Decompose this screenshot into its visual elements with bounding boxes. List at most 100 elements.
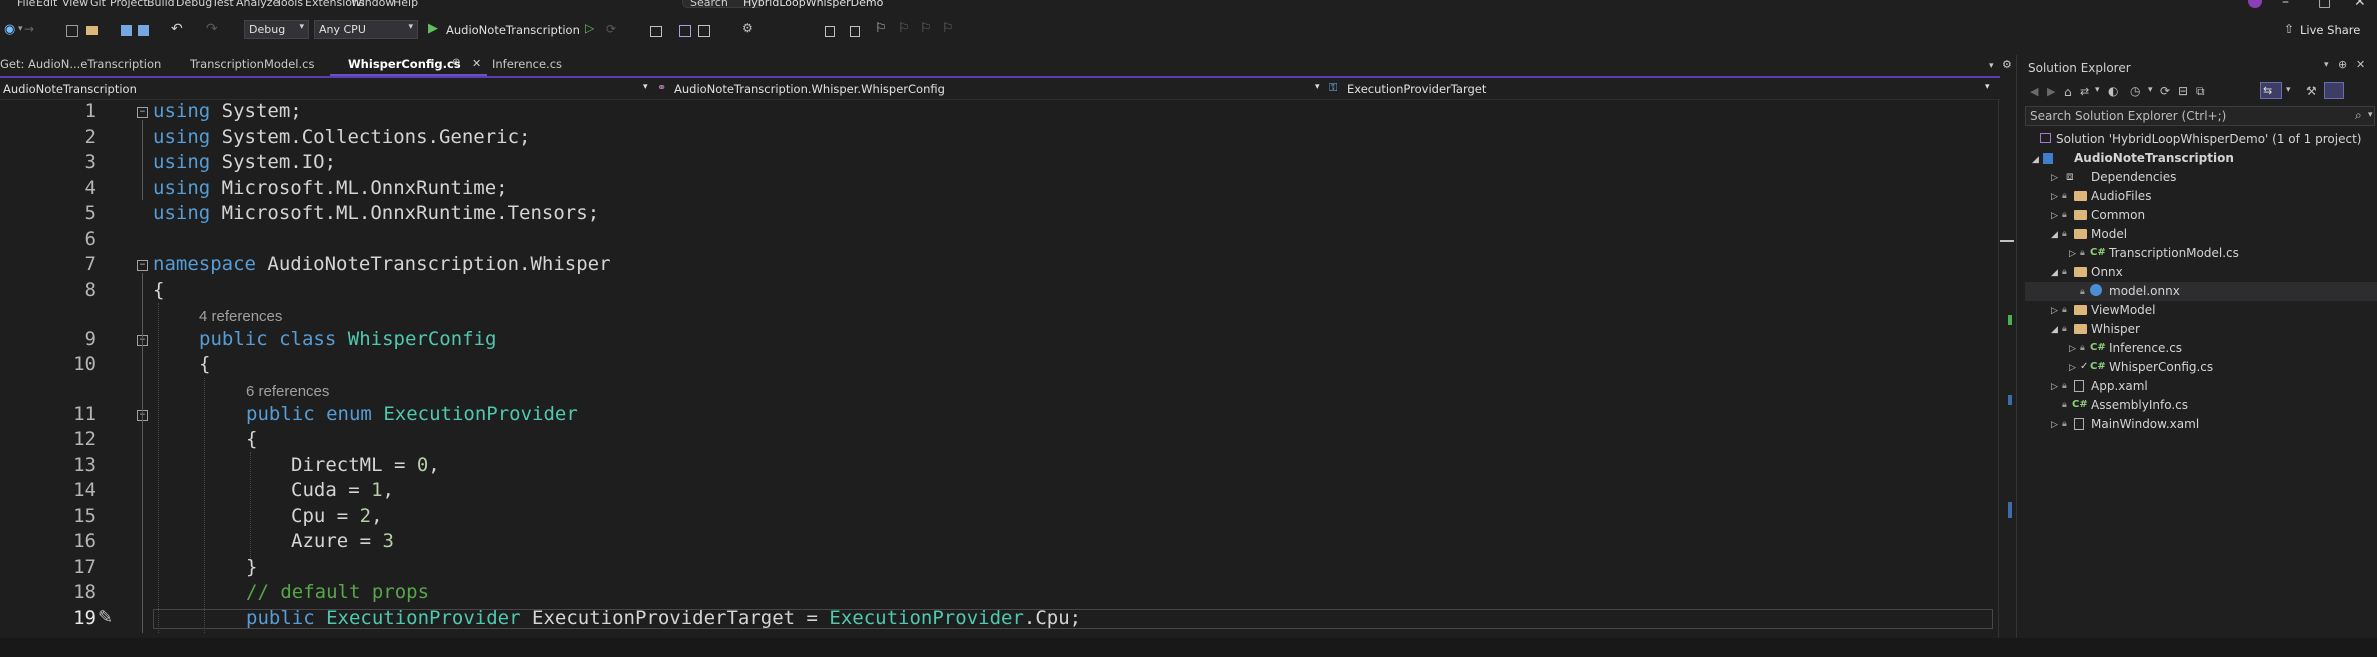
- bookmark-icon[interactable]: ⚐: [875, 21, 887, 36]
- diagnostics-icon[interactable]: [679, 25, 691, 37]
- tree-project[interactable]: AudioNoteTranscription: [2074, 151, 2234, 165]
- open-folder-icon[interactable]: [86, 26, 98, 35]
- collapsed-arrow-icon[interactable]: ▷: [2051, 382, 2058, 392]
- tree-assemblyinfo[interactable]: AssemblyInfo.cs: [2091, 398, 2188, 412]
- menu-edit[interactable]: Edit: [36, 0, 57, 9]
- next-bookmark-icon[interactable]: ⚐: [920, 21, 932, 36]
- search-icon[interactable]: ⌕: [2355, 108, 2362, 123]
- tree-inference[interactable]: Inference.cs: [2109, 341, 2182, 355]
- type-scope[interactable]: AudioNoteTranscription.Whisper.WhisperCo…: [674, 82, 945, 96]
- close-window-icon[interactable]: ✕: [2354, 0, 2366, 10]
- tab-inference[interactable]: Inference.cs: [492, 57, 562, 74]
- code-lens-references[interactable]: 6 references: [246, 383, 329, 400]
- menu-project[interactable]: Project: [110, 0, 148, 9]
- chevron-down-icon[interactable]: ▾: [2286, 85, 2291, 95]
- sync-icon[interactable]: ◷: [2130, 84, 2140, 98]
- collapsed-arrow-icon[interactable]: ▷: [2051, 420, 2058, 430]
- nav-dropdown-icon[interactable]: ▾: [18, 24, 23, 34]
- attach-icon[interactable]: ⚙: [742, 21, 753, 35]
- chevron-down-icon[interactable]: ▾: [2148, 85, 2153, 95]
- collapse-icon[interactable]: −: [137, 107, 148, 118]
- quick-actions-screwdriver-icon[interactable]: ✎: [98, 607, 113, 628]
- maximize-icon[interactable]: □: [2318, 0, 2331, 10]
- tree-onnx[interactable]: Onnx: [2091, 265, 2123, 279]
- tree-model-onnx[interactable]: model.onnx: [2109, 284, 2180, 298]
- back-nav-icon[interactable]: ◉: [4, 22, 15, 37]
- outdent-icon[interactable]: [825, 26, 835, 37]
- back-icon[interactable]: ◀: [2030, 85, 2038, 98]
- menu-view[interactable]: View: [62, 0, 88, 9]
- code-lens-references[interactable]: 4 references: [199, 308, 282, 325]
- menu-debug[interactable]: Debug: [176, 0, 212, 9]
- tree-whisper[interactable]: Whisper: [2091, 322, 2140, 336]
- menu-file[interactable]: File: [17, 0, 35, 9]
- tree-common[interactable]: Common: [2091, 208, 2145, 222]
- tree-whisperconfig[interactable]: WhisperConfig.cs: [2109, 360, 2213, 374]
- switch-views-icon[interactable]: ⇄: [2080, 85, 2089, 98]
- chevron-down-icon[interactable]: ▾: [1315, 82, 1320, 92]
- expanded-arrow-icon[interactable]: ◢: [2051, 268, 2058, 278]
- tree-audiofiles[interactable]: AudioFiles: [2091, 189, 2151, 203]
- chevron-down-icon[interactable]: ▾: [643, 82, 648, 92]
- menu-build[interactable]: Build: [147, 0, 175, 9]
- chevron-down-icon[interactable]: ▾: [1985, 82, 1990, 92]
- chevron-down-icon[interactable]: ▾: [2368, 110, 2373, 120]
- layout-icon[interactable]: [698, 25, 710, 37]
- menu-analyze[interactable]: Analyze: [236, 0, 279, 9]
- tree-mainwindow[interactable]: MainWindow.xaml: [2091, 417, 2199, 431]
- prev-bookmark-icon[interactable]: ⚐: [898, 21, 910, 36]
- run-target-label[interactable]: AudioNoteTranscription: [446, 23, 580, 37]
- minimize-icon[interactable]: –: [2282, 0, 2289, 10]
- refresh-icon[interactable]: ⟳: [2160, 84, 2170, 98]
- pending-changes-icon[interactable]: ◐: [2108, 84, 2118, 98]
- expanded-arrow-icon[interactable]: ◢: [2051, 325, 2058, 335]
- show-all-files-icon[interactable]: ⧉: [2196, 84, 2205, 99]
- menu-tools[interactable]: Tools: [276, 0, 303, 9]
- solution-platform-dropdown[interactable]: Any CPU ▾: [314, 20, 418, 39]
- editor-vertical-scrollbar[interactable]: [1998, 100, 2017, 638]
- expanded-arrow-icon[interactable]: ◢: [2051, 230, 2058, 240]
- pin-icon[interactable]: ⊕: [452, 57, 460, 74]
- clear-bookmarks-icon[interactable]: ⚐: [942, 21, 954, 36]
- toggle-window-icon[interactable]: [650, 26, 662, 37]
- tab-nuget[interactable]: Get: AudioN...eTranscription: [0, 57, 161, 74]
- collapsed-arrow-icon[interactable]: ▷: [2051, 211, 2058, 221]
- collapse-all-icon[interactable]: ⊟: [2178, 84, 2188, 98]
- tab-whisperconfig[interactable]: WhisperConfig.cs: [348, 57, 461, 74]
- hot-reload-icon[interactable]: ⟳: [606, 22, 616, 36]
- collapsed-arrow-icon[interactable]: ▷: [2051, 306, 2058, 316]
- start-without-debug-icon[interactable]: ▷: [585, 21, 594, 35]
- tree-transcriptionmodel[interactable]: TranscriptionModel.cs: [2109, 246, 2239, 260]
- undo-icon[interactable]: ↶: [171, 21, 183, 37]
- save-icon[interactable]: [121, 25, 132, 36]
- start-debug-icon[interactable]: ▶: [428, 21, 438, 36]
- redo-icon[interactable]: ↷: [206, 21, 218, 37]
- panel-menu-icon[interactable]: ▾: [2324, 60, 2329, 70]
- collapsed-arrow-icon[interactable]: ▷: [2051, 173, 2058, 183]
- save-all-icon[interactable]: [138, 25, 149, 36]
- menu-git[interactable]: Git: [90, 0, 106, 9]
- home-icon[interactable]: ⌂: [2064, 85, 2072, 99]
- collapsed-arrow-icon[interactable]: ▷: [2069, 249, 2076, 259]
- collapse-icon[interactable]: −: [137, 260, 148, 271]
- solution-explorer-search[interactable]: Search Solution Explorer (Ctrl+;): [2025, 106, 2375, 126]
- tree-dependencies[interactable]: Dependencies: [2091, 170, 2176, 184]
- close-tab-icon[interactable]: ✕: [472, 57, 481, 74]
- menu-help[interactable]: Help: [393, 0, 418, 9]
- project-scope[interactable]: AudioNoteTranscription: [3, 82, 137, 96]
- chevron-down-icon[interactable]: ▾: [2095, 85, 2100, 95]
- tree-viewmodel[interactable]: ViewModel: [2091, 303, 2156, 317]
- menu-test[interactable]: Test: [212, 0, 234, 9]
- close-panel-icon[interactable]: ✕: [2356, 58, 2365, 71]
- live-share-label[interactable]: Live Share: [2300, 23, 2360, 37]
- live-share-icon[interactable]: ⇧: [2284, 22, 2294, 36]
- indent-icon[interactable]: [850, 26, 860, 37]
- scroll-thumb[interactable]: [2000, 240, 2014, 242]
- preview-toggle[interactable]: [2324, 82, 2344, 99]
- forward-icon[interactable]: ▶: [2047, 85, 2055, 98]
- tree-model[interactable]: Model: [2091, 227, 2127, 241]
- menu-window[interactable]: Window: [351, 0, 394, 9]
- tab-settings-icon[interactable]: ⚙: [2002, 58, 2012, 75]
- member-scope[interactable]: ExecutionProviderTarget: [1347, 82, 1486, 96]
- collapsed-arrow-icon[interactable]: ▷: [2051, 192, 2058, 202]
